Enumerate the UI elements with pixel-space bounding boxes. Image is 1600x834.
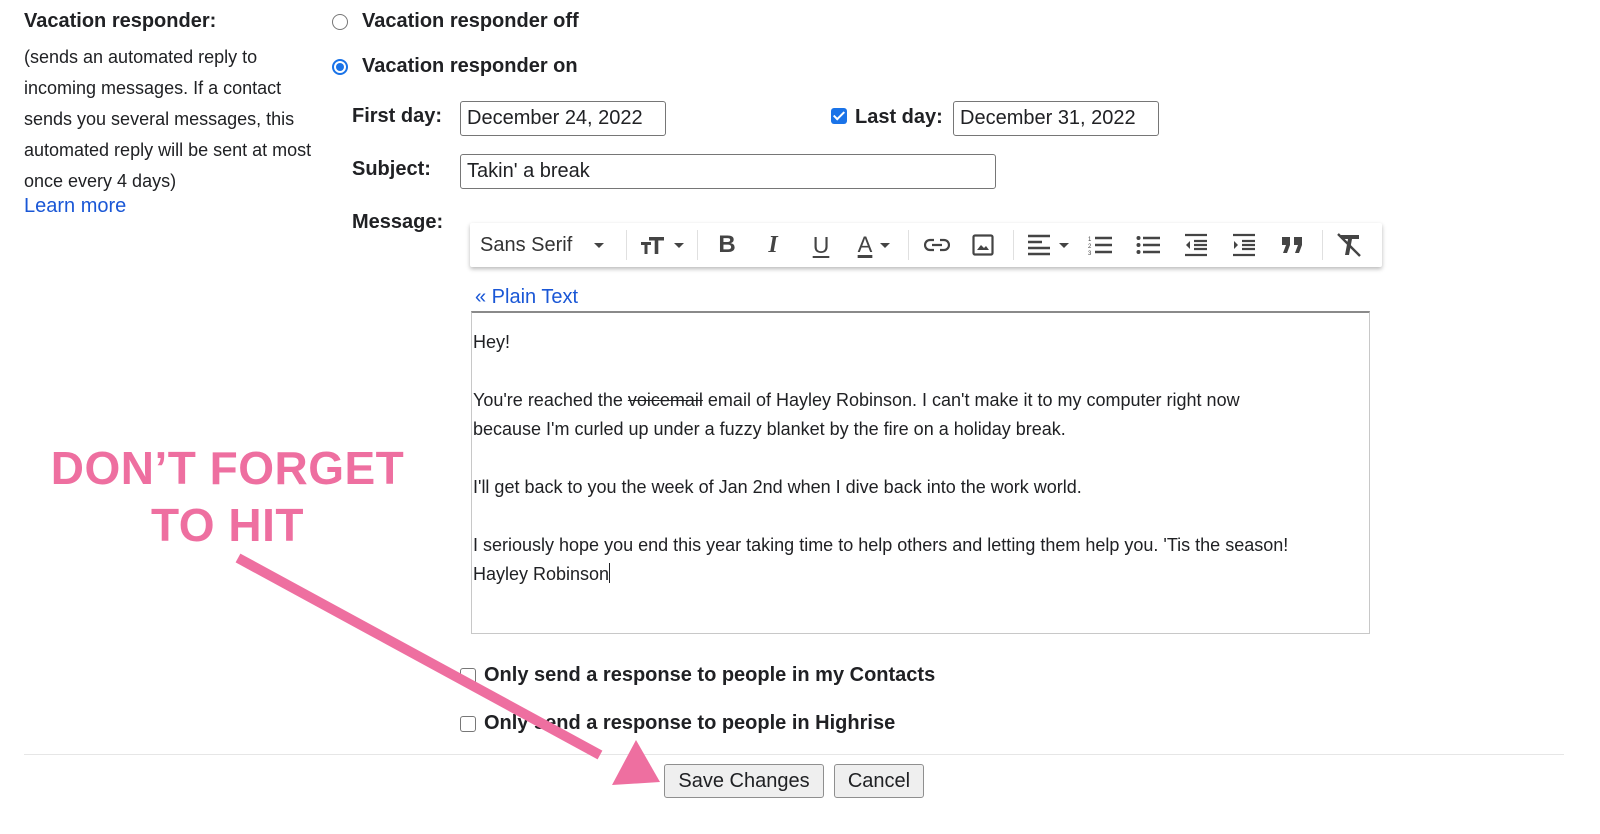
insert-image-button[interactable] <box>959 223 1007 267</box>
svg-text:3: 3 <box>1088 251 1092 256</box>
indent-less-icon <box>1185 233 1207 257</box>
message-line: Hey! <box>473 332 511 352</box>
chevron-down-icon <box>880 242 891 248</box>
message-label: Message: <box>352 211 444 233</box>
message-line: I'll get back to you the week of Jan 2nd… <box>473 477 1082 497</box>
text-cursor <box>609 563 611 583</box>
text-color-button[interactable]: A <box>846 223 902 267</box>
contacts-only-label: Only send a response to people in my Con… <box>484 664 936 686</box>
text-color-icon: A <box>857 232 873 257</box>
bulleted-list-button[interactable] <box>1124 223 1172 267</box>
bold-icon: B <box>718 231 736 258</box>
image-icon <box>972 234 994 256</box>
numbered-list-icon: 123 <box>1088 236 1112 256</box>
last-day-input[interactable]: December 31, 2022 <box>953 101 1159 136</box>
font-size-icon <box>641 237 664 254</box>
italic-button[interactable]: I <box>750 223 796 267</box>
toolbar-divider <box>697 230 698 260</box>
toolbar-divider <box>908 230 909 260</box>
first-day-input[interactable]: December 24, 2022 <box>460 101 666 136</box>
highrise-only-option[interactable]: Only send a response to people in Highri… <box>460 712 895 735</box>
toolbar-divider <box>1322 230 1323 260</box>
responder-on-radio[interactable] <box>332 58 348 75</box>
responder-off-option[interactable]: Vacation responder off <box>332 10 579 33</box>
quote-button[interactable] <box>1268 223 1316 267</box>
responder-off-radio[interactable] <box>332 13 348 30</box>
learn-more-link[interactable]: Learn more <box>24 195 126 218</box>
message-line: because I'm curled up under a fuzzy blan… <box>473 419 1066 439</box>
annotation-line: DON’T FORGET <box>50 442 405 494</box>
bulleted-list-icon <box>1136 236 1160 254</box>
subject-label: Subject: <box>352 158 431 180</box>
signature-text: Hayley Robinson <box>473 564 610 584</box>
message-line: You're reached the voicemail email of Ha… <box>473 386 1369 415</box>
vacation-responder-description: (sends an automated reply to incoming me… <box>24 47 312 191</box>
last-day-checkbox[interactable] <box>831 108 847 124</box>
contacts-only-option[interactable]: Only send a response to people in my Con… <box>460 664 935 687</box>
remove-formatting-button[interactable] <box>1329 223 1369 267</box>
annotation-line: TO HIT <box>151 499 304 551</box>
vacation-responder-title: Vacation responder: <box>24 10 217 32</box>
contacts-only-checkbox[interactable] <box>460 667 476 684</box>
underline-button[interactable]: U <box>796 223 846 267</box>
last-day-label: Last day: <box>855 106 943 128</box>
chevron-down-icon <box>594 242 605 248</box>
strikethrough-text: voicemail <box>627 390 703 410</box>
responder-on-label: Vacation responder on <box>362 55 578 77</box>
font-size-button[interactable] <box>633 223 691 267</box>
highrise-only-label: Only send a response to people in Highri… <box>484 712 896 734</box>
plain-text-link[interactable]: « Plain Text <box>475 286 578 309</box>
indent-more-button[interactable] <box>1220 223 1268 267</box>
toolbar-divider <box>626 230 627 260</box>
chevron-down-icon <box>1059 242 1069 248</box>
responder-off-label: Vacation responder off <box>362 10 579 32</box>
font-family-value: Sans Serif <box>480 233 573 256</box>
save-changes-button[interactable]: Save Changes <box>664 764 824 798</box>
arrow-head <box>612 740 660 785</box>
cancel-button[interactable]: Cancel <box>834 764 924 798</box>
italic-icon: I <box>768 231 778 258</box>
remove-formatting-icon <box>1337 233 1361 257</box>
underline-icon: U <box>812 231 830 258</box>
highrise-only-checkbox[interactable] <box>460 715 476 732</box>
footer-divider <box>24 754 1564 755</box>
message-line: Hayley Robinson <box>473 560 1369 589</box>
first-day-label: First day: <box>352 105 443 127</box>
message-editor[interactable]: Hey! You're reached the voicemail email … <box>471 311 1370 634</box>
formatting-toolbar: Sans Serif B I U A 123 <box>470 223 1382 267</box>
toolbar-divider <box>1013 230 1014 260</box>
subject-input[interactable]: Takin' a break <box>460 154 996 189</box>
font-family-dropdown[interactable]: Sans Serif <box>470 223 620 267</box>
indent-more-icon <box>1233 233 1255 257</box>
indent-less-button[interactable] <box>1172 223 1220 267</box>
align-button[interactable] <box>1020 223 1076 267</box>
numbered-list-button[interactable]: 123 <box>1076 223 1124 267</box>
link-icon <box>924 238 950 252</box>
message-text: email of Hayley Robinson. I can't make i… <box>702 390 1240 410</box>
message-line: I seriously hope you end this year takin… <box>473 535 1289 555</box>
bold-button[interactable]: B <box>704 223 750 267</box>
align-icon <box>1028 234 1050 256</box>
message-text: You're reached the <box>473 390 628 410</box>
chevron-down-icon <box>674 242 684 248</box>
responder-on-option[interactable]: Vacation responder on <box>332 55 578 78</box>
annotation-text: DON’T FORGET TO HIT <box>30 440 425 554</box>
svg-text:1: 1 <box>1088 237 1092 243</box>
svg-text:2: 2 <box>1088 244 1092 250</box>
quote-icon <box>1282 237 1302 253</box>
insert-link-button[interactable] <box>915 223 959 267</box>
